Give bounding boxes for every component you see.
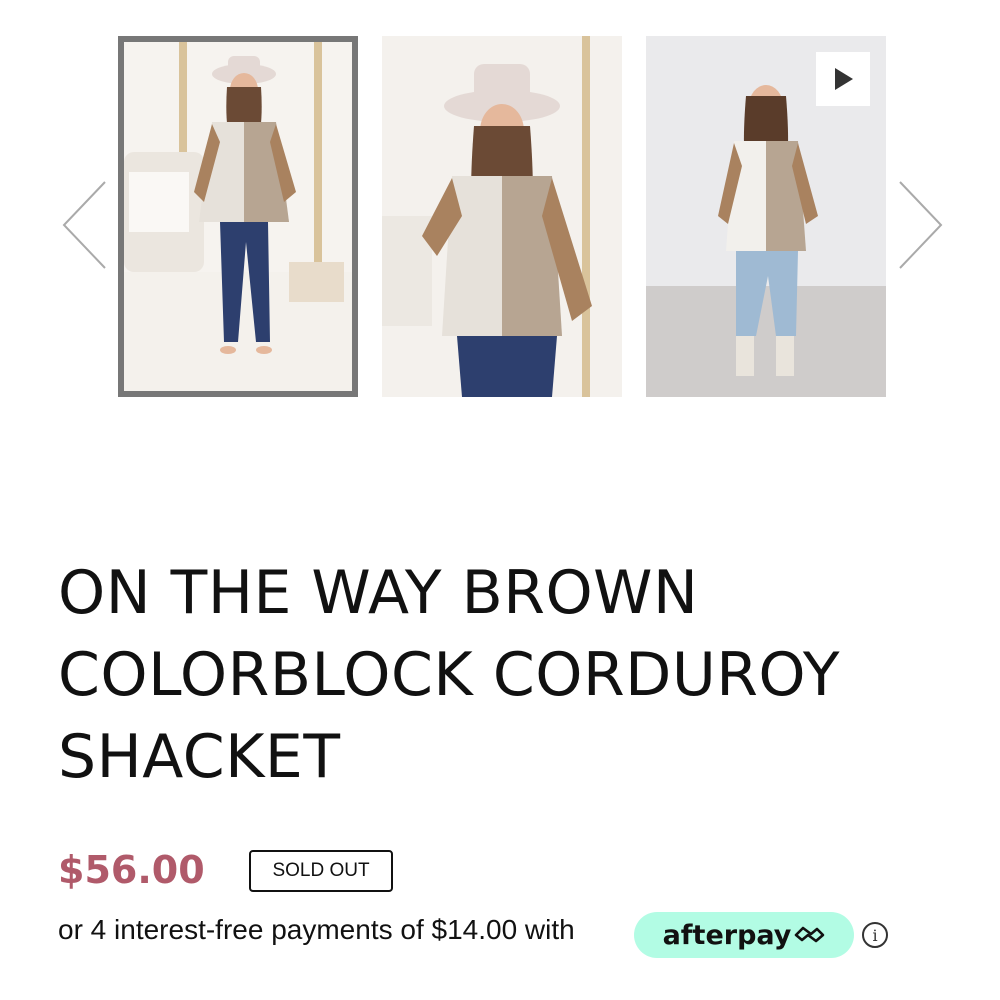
product-title-line: COLORBLOCK CORDUROY xyxy=(58,640,841,710)
afterpay-button[interactable]: afterpay xyxy=(634,912,854,958)
product-price: $56.00 xyxy=(58,848,205,892)
afterpay-label: afterpay xyxy=(662,919,792,951)
chevron-left-icon xyxy=(62,181,106,269)
product-title-line: SHACKET xyxy=(58,722,341,792)
product-thumbnail-1[interactable] xyxy=(118,36,358,397)
product-title-line: ON THE WAY BROWN xyxy=(58,558,699,628)
product-thumbnail-2[interactable] xyxy=(382,36,622,397)
info-icon[interactable]: i xyxy=(862,922,888,948)
play-icon xyxy=(835,68,853,90)
product-title: ON THE WAY BROWN COLORBLOCK CORDUROY SHA… xyxy=(58,552,958,798)
product-photo-closeup xyxy=(382,36,622,397)
carousel-next-button[interactable] xyxy=(895,180,945,270)
carousel-prev-button[interactable] xyxy=(60,180,110,270)
sold-out-badge: SOLD OUT xyxy=(249,850,393,892)
product-photo-full-length xyxy=(124,42,352,391)
afterpay-arrows-icon xyxy=(795,926,825,943)
chevron-right-icon xyxy=(899,181,943,269)
product-thumbnail-3[interactable] xyxy=(646,36,886,397)
video-play-button[interactable] xyxy=(816,52,870,106)
installments-text: or 4 interest-free payments of $14.00 wi… xyxy=(58,914,575,945)
